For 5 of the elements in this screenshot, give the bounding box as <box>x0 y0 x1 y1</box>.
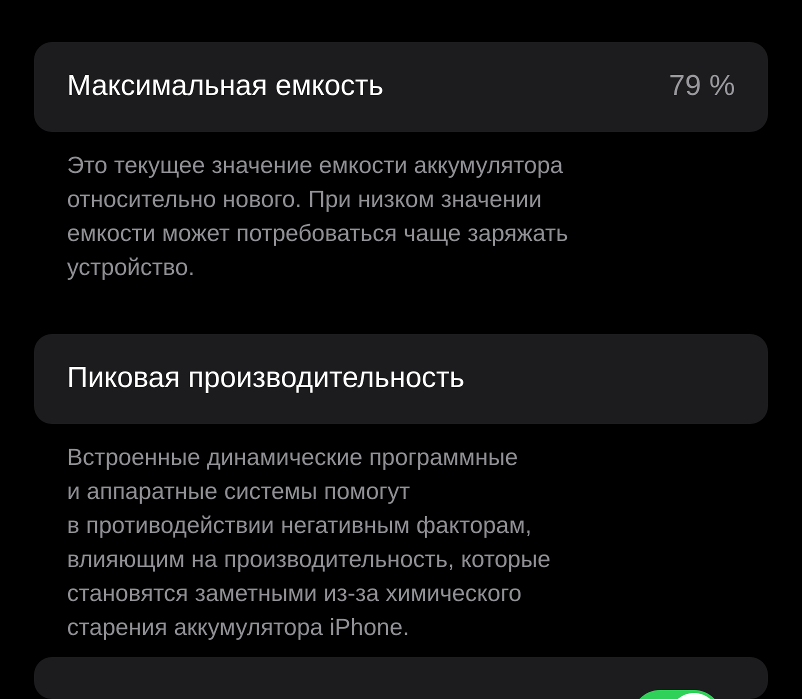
section-footer: Это текущее значение емкости аккумулятора относительно нового. При низком значении емкости может потребоваться чаще заряжать устройство. <box>34 132 768 284</box>
row-title: Максимальная емкость <box>67 69 384 104</box>
row-value: 79 % <box>668 69 735 104</box>
section-footer: Встроенные динамические программные и аппаратные системы помогут в противодействии негативным факторам, влияющим на производительность, которые становятся заметными из-за химического старения аккумулятора iPhone. <box>34 424 768 644</box>
row-title: Пиковая производительность <box>67 361 464 396</box>
